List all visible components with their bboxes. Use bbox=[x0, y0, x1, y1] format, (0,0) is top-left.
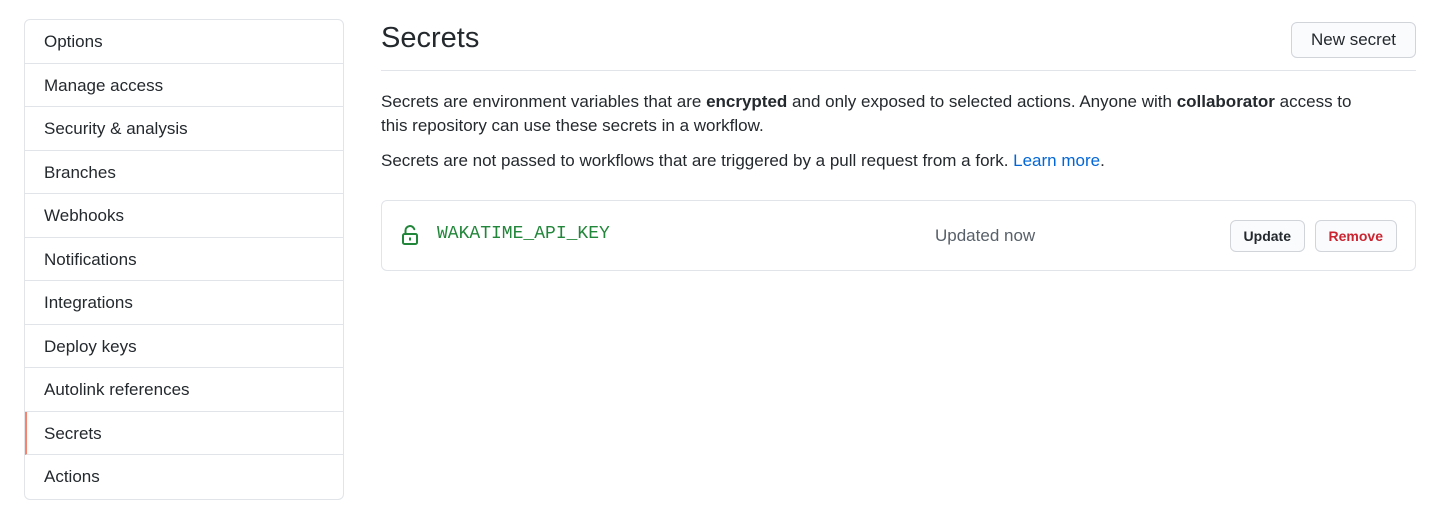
sidebar-item-manage-access[interactable]: Manage access bbox=[25, 64, 343, 107]
secret-updated-time: Updated now bbox=[935, 226, 1036, 245]
learn-more-link[interactable]: Learn more bbox=[1013, 151, 1100, 170]
page-title: Secrets bbox=[381, 22, 480, 54]
remove-secret-button[interactable]: Remove bbox=[1314, 220, 1397, 252]
sidebar-item-actions[interactable]: Actions bbox=[25, 455, 343, 499]
secrets-main: Secrets New secret Secrets are environme… bbox=[381, 0, 1416, 271]
sidebar-item-security-analysis[interactable]: Security & analysis bbox=[25, 107, 343, 151]
sidebar-item-secrets[interactable]: Secrets bbox=[25, 411, 343, 455]
description-text: Secrets are environment variables that a… bbox=[381, 92, 707, 111]
sidebar-item-deploy-keys[interactable]: Deploy keys bbox=[25, 325, 343, 368]
secrets-description: Secrets are environment variables that a… bbox=[381, 90, 1381, 173]
sidebar-item-options[interactable]: Options bbox=[25, 20, 343, 64]
description-text: Secrets are not passed to workflows that… bbox=[381, 151, 1014, 170]
description-paragraph-forks: Secrets are not passed to workflows that… bbox=[381, 149, 1381, 173]
description-paragraph-encryption: Secrets are environment variables that a… bbox=[381, 90, 1381, 138]
sidebar-item-notifications[interactable]: Notifications bbox=[25, 238, 343, 281]
update-secret-button[interactable]: Update bbox=[1229, 220, 1305, 252]
settings-sidebar: Options Manage access Security & analysi… bbox=[24, 19, 344, 500]
page-header: Secrets New secret bbox=[381, 0, 1416, 71]
sidebar-item-integrations[interactable]: Integrations bbox=[25, 281, 343, 325]
unlock-icon bbox=[402, 225, 418, 245]
sidebar-item-branches[interactable]: Branches bbox=[25, 151, 343, 194]
sidebar-item-webhooks[interactable]: Webhooks bbox=[25, 194, 343, 238]
sidebar-item-autolink-references[interactable]: Autolink references bbox=[25, 368, 343, 412]
new-secret-button[interactable]: New secret bbox=[1290, 22, 1416, 58]
secret-name: WAKATIME_API_KEY bbox=[437, 224, 610, 244]
secret-row: WAKATIME_API_KEY Updated now Update Remo… bbox=[381, 200, 1416, 271]
description-bold-encrypted: encrypted bbox=[706, 92, 788, 111]
description-bold-collaborator: collaborator bbox=[1176, 92, 1275, 111]
description-text: . bbox=[1100, 151, 1105, 170]
description-text: and only exposed to selected actions. An… bbox=[787, 92, 1177, 111]
